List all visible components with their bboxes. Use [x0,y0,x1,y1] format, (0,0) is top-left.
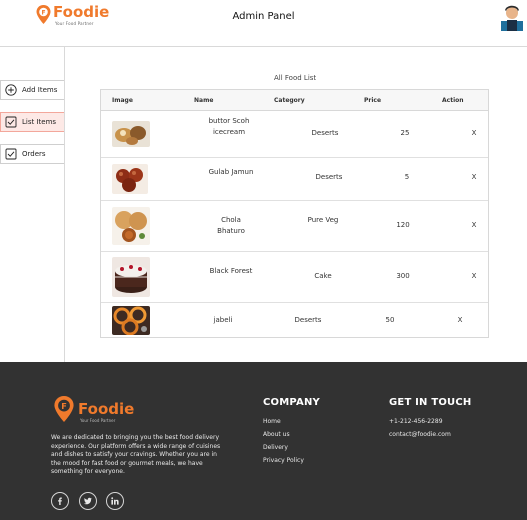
food-list-table: Image Name Category Price Action buttor … [100,89,489,338]
footer-link-delivery[interactable]: Delivery [263,444,288,451]
footer-description: We are dedicated to bringing you the bes… [51,434,221,475]
page-title: Admin Panel [232,11,295,22]
table-row: buttor Scoh icecream Deserts 25 X [101,111,488,158]
contact-heading: GET IN TOUCH [389,397,472,408]
food-name: Chola Bhaturo [217,216,245,235]
remove-button[interactable]: X [469,128,479,139]
column-header-price: Price [364,97,382,104]
table-row: Chola Bhaturo Pure Veg 120 X [101,201,488,252]
food-price: 50 [385,316,395,324]
food-image [112,164,148,194]
twitter-icon [84,497,92,505]
food-category: Deserts [294,316,322,324]
food-category: Deserts [315,173,343,181]
linkedin-icon [111,497,119,505]
svg-text:F: F [61,401,67,411]
admin-avatar[interactable] [501,3,523,31]
company-heading: COMPANY [263,397,320,408]
contact-phone: +1-212-456-2289 [389,418,443,425]
facebook-button[interactable] [51,492,69,510]
footer-link-home[interactable]: Home [263,418,281,425]
table-row: jabeli Deserts 50 X [101,303,488,338]
site-footer: F Foodie Your Food Partner We are dedica… [0,362,527,520]
food-category: Cake [314,272,332,280]
remove-button[interactable]: X [469,172,479,183]
footer-brand-tagline: Your Food Partner [80,418,116,423]
checkbox-icon [5,148,17,160]
footer-link-about[interactable]: About us [263,431,290,438]
logo-pin-icon: F [54,396,74,422]
table-header: Image Name Category Price Action [101,90,488,111]
plus-circle-icon [5,84,17,96]
facebook-icon [58,497,62,505]
column-header-category: Category [274,97,305,104]
food-category: Deserts [311,129,339,137]
footer-link-privacy[interactable]: Privacy Policy [263,457,304,464]
food-name: Black Forest [209,267,253,275]
food-price: 300 [396,272,410,280]
food-image [112,207,150,245]
contact-email[interactable]: contact@foodie.com [389,431,451,438]
remove-button[interactable]: X [469,220,479,231]
linkedin-button[interactable] [106,492,124,510]
food-image [112,257,150,297]
sidebar-item-orders[interactable]: Orders [0,144,64,164]
food-category: Pure Veg [307,216,339,224]
twitter-button[interactable] [79,492,97,510]
footer-brand-name: Foodie [78,400,135,418]
sidebar: Add Items List Items Orders [0,47,65,362]
food-price: 5 [404,173,410,181]
remove-button[interactable]: X [455,315,465,326]
column-header-name: Name [194,97,214,104]
sidebar-item-label: List Items [22,118,57,126]
food-name: jabeli [213,316,233,324]
food-price: 120 [396,221,410,229]
top-header: F Foodie Your Food Partner Admin Panel [0,0,527,47]
food-list-title: All Food List [274,74,317,82]
column-header-image: Image [112,97,133,104]
column-header-action: Action [442,97,464,104]
food-image [112,121,150,147]
food-name: Gulab Jamun [208,168,254,176]
table-row: Gulab Jamun Deserts 5 X [101,158,488,201]
sidebar-item-list-items[interactable]: List Items [0,112,64,132]
sidebar-item-label: Orders [22,150,46,158]
food-image [112,306,150,335]
footer-logo[interactable]: F Foodie Your Food Partner [53,396,134,423]
table-row: Black Forest Cake 300 X [101,252,488,303]
remove-button[interactable]: X [469,271,479,282]
food-price: 25 [400,129,410,137]
sidebar-item-add-items[interactable]: Add Items [0,80,64,100]
food-name: buttor Scoh icecream [208,117,250,136]
sidebar-item-label: Add Items [22,86,58,94]
checkbox-icon [5,116,17,128]
